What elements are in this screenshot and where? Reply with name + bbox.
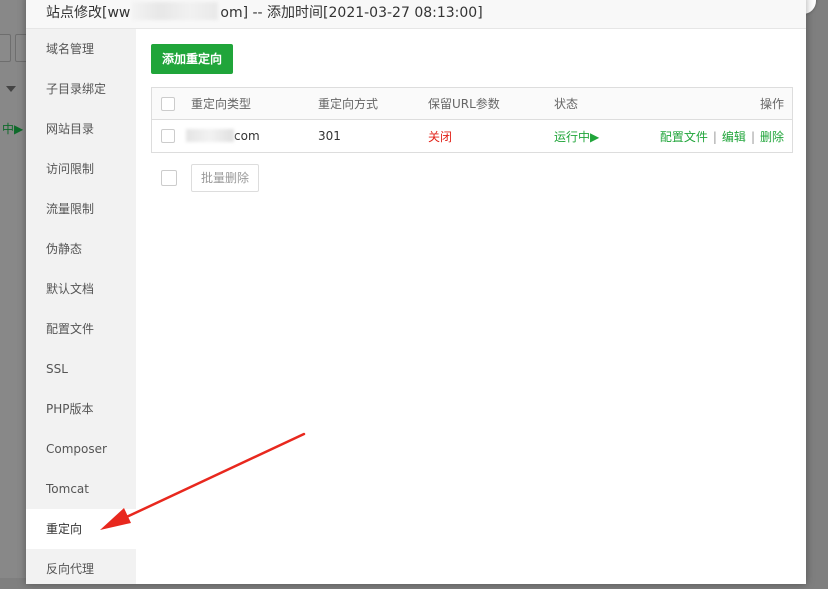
delete-link[interactable]: 删除	[760, 130, 784, 144]
header-keep-url-params: 保留URL参数	[428, 97, 500, 111]
redirect-panel: 添加重定向 重定向类型 重定向方式 保留URL参数 状态 操作 com 301 …	[136, 29, 806, 584]
sidebar-item-label: 访问限制	[46, 162, 95, 176]
table-row: com 301 关闭 运行中▶ 配置文件 | 编辑 | 删除	[152, 120, 792, 152]
header-status: 状态	[554, 97, 579, 111]
sidebar-item-label: SSL	[46, 362, 68, 376]
sidebar-item-label: 网站目录	[46, 122, 95, 136]
row-checkbox[interactable]	[161, 129, 175, 143]
sidebar-item-reverse-proxy[interactable]: 反向代理	[26, 549, 136, 589]
sidebar-item-site-directory[interactable]: 网站目录	[26, 109, 136, 149]
sidebar-item-label: Composer	[46, 442, 107, 456]
row-operations: 配置文件 | 编辑 | 删除	[644, 128, 792, 145]
config-file-link[interactable]: 配置文件	[660, 130, 708, 144]
redirect-domain: com	[186, 129, 318, 143]
blurred-domain	[132, 2, 219, 20]
sidebar-item-domain[interactable]: 域名管理	[26, 29, 136, 69]
sidebar-item-ssl[interactable]: SSL	[26, 349, 136, 389]
background-input	[0, 34, 11, 62]
table-header-row: 重定向类型 重定向方式 保留URL参数 状态 操作	[152, 88, 792, 120]
modal-title-prefix: 站点修改[ww	[46, 5, 131, 21]
status-toggle[interactable]: 运行中▶	[554, 128, 644, 145]
batch-actions: 批量删除	[151, 164, 791, 192]
sidebar-item-label: 伪静态	[46, 242, 83, 256]
sidebar-item-access-limit[interactable]: 访问限制	[26, 149, 136, 189]
background-dropdown-caret-icon	[6, 86, 16, 92]
batch-select-checkbox[interactable]	[161, 170, 177, 186]
header-operations: 操作	[759, 97, 784, 111]
keep-url-params-value[interactable]: 关闭	[428, 128, 554, 145]
sidebar-item-label: 子目录绑定	[46, 82, 107, 96]
sidebar-item-default-doc[interactable]: 默认文档	[26, 269, 136, 309]
sidebar-item-rewrite[interactable]: 伪静态	[26, 229, 136, 269]
sidebar-item-label: 流量限制	[46, 202, 95, 216]
background-page-right	[806, 0, 828, 578]
modal-header: 站点修改[ww om] -- 添加时间[2021-03-27 08:13:00]	[26, 0, 806, 29]
op-separator: |	[750, 129, 755, 144]
site-edit-modal: 站点修改[ww om] -- 添加时间[2021-03-27 08:13:00] …	[26, 0, 806, 584]
sidebar-item-label: Tomcat	[46, 482, 89, 496]
sidebar-item-redirect[interactable]: 重定向	[26, 509, 136, 549]
sidebar-item-composer[interactable]: Composer	[26, 429, 136, 469]
sidebar-item-subdir-binding[interactable]: 子目录绑定	[26, 69, 136, 109]
sidebar-item-label: 域名管理	[46, 42, 95, 56]
header-redirect-mode: 重定向方式	[318, 97, 379, 111]
sidebar-item-label: PHP版本	[46, 402, 94, 416]
background-status-text: 中▶	[2, 122, 24, 136]
domain-suffix: com	[234, 129, 260, 143]
edit-link[interactable]: 编辑	[722, 130, 746, 144]
sidebar-item-config-file[interactable]: 配置文件	[26, 309, 136, 349]
sidebar-item-traffic-limit[interactable]: 流量限制	[26, 189, 136, 229]
sidebar-item-label: 重定向	[46, 522, 83, 536]
sidebar-item-label: 反向代理	[46, 562, 95, 576]
sidebar-item-tomcat[interactable]: Tomcat	[26, 469, 136, 509]
op-separator: |	[712, 129, 717, 144]
add-redirect-button[interactable]: 添加重定向	[151, 44, 234, 74]
header-redirect-type: 重定向类型	[191, 97, 252, 111]
select-all-checkbox[interactable]	[161, 96, 175, 111]
sidebar-item-label: 配置文件	[46, 322, 95, 336]
redirect-table: 重定向类型 重定向方式 保留URL参数 状态 操作 com 301 关闭 运行中…	[151, 87, 793, 153]
blurred-domain	[186, 129, 234, 142]
modal-title-suffix: om] -- 添加时间[2021-03-27 08:13:00]	[220, 5, 483, 21]
sidebar-item-php-version[interactable]: PHP版本	[26, 389, 136, 429]
sidebar-item-label: 默认文档	[46, 282, 95, 296]
batch-delete-button[interactable]: 批量删除	[191, 164, 260, 192]
settings-sidebar: 域名管理 子目录绑定 网站目录 访问限制 流量限制 伪静态 默认文档 配置文件 …	[26, 29, 136, 584]
redirect-mode-value: 301	[318, 129, 341, 143]
